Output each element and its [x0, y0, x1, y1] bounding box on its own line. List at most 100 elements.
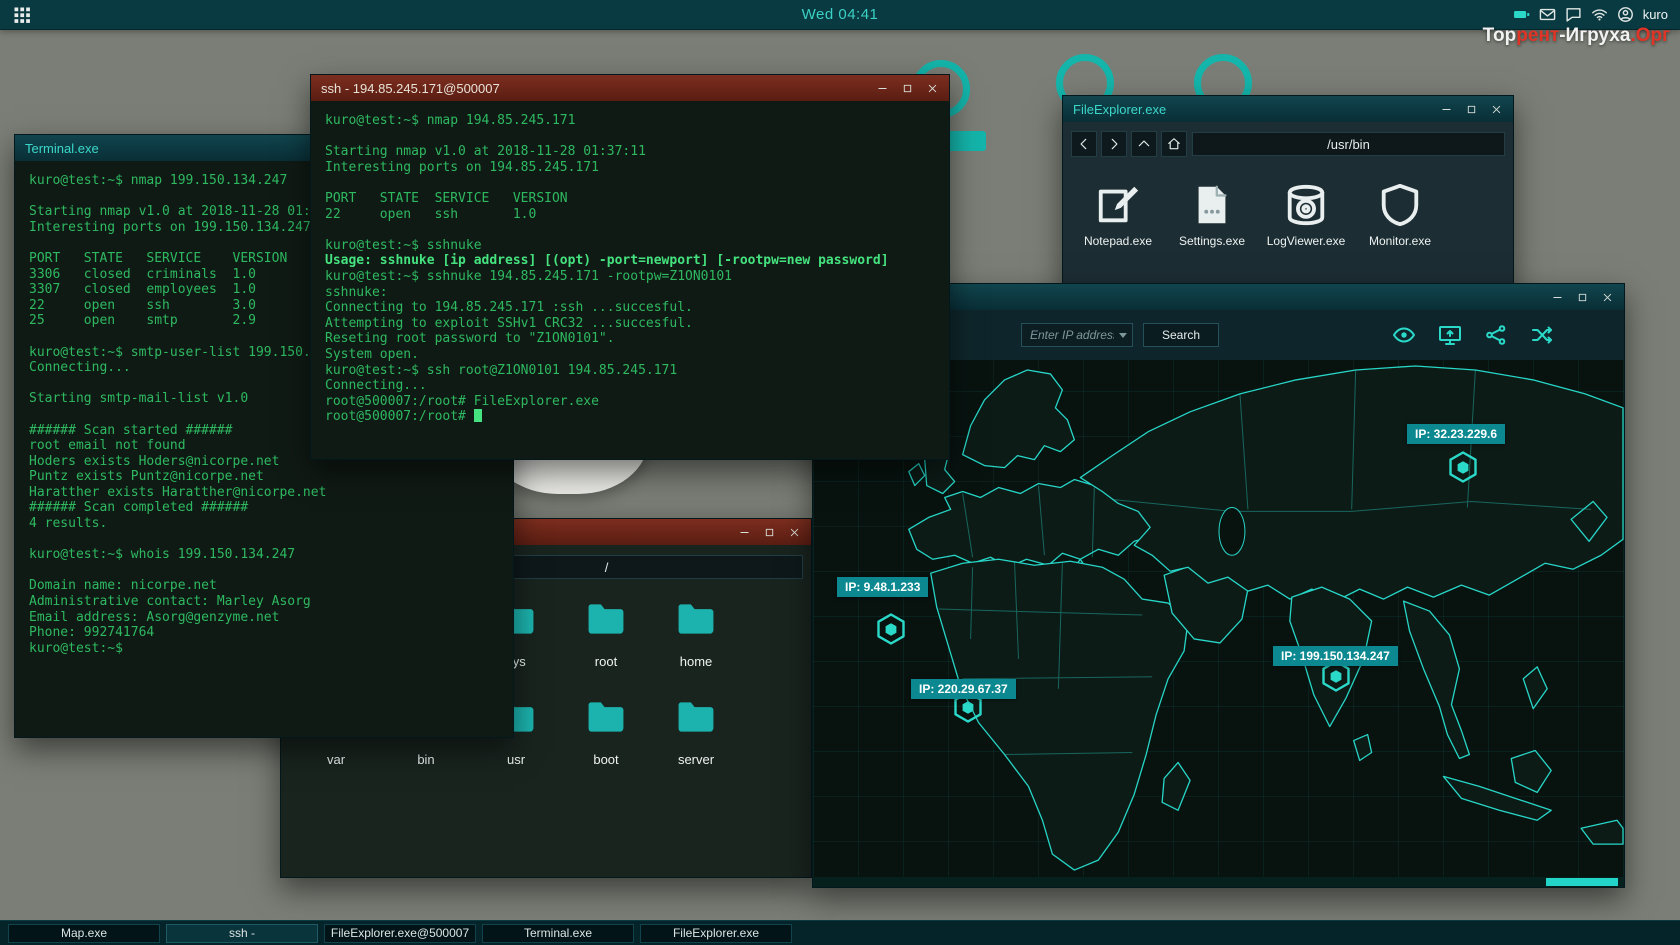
maximize-button[interactable]: [1460, 101, 1482, 117]
terminal-line: System open.: [325, 347, 935, 363]
terminal-line: kuro@test:~$ sshnuke: [325, 238, 935, 254]
dropdown-caret-icon: [1119, 333, 1127, 338]
folder-item[interactable]: server: [668, 695, 724, 767]
terminal-line: Usage: sshnuke [ip address] [(opt) -port…: [325, 253, 935, 269]
maximize-button[interactable]: [758, 524, 780, 540]
maximize-button[interactable]: [1571, 289, 1593, 305]
taskbar-item[interactable]: FileExplorer.exe@500007: [324, 924, 476, 943]
file-item[interactable]: LogViewer.exe: [1259, 182, 1353, 248]
wifi-icon[interactable]: [1591, 6, 1608, 23]
window-titlebar[interactable]: ssh - 194.85.245.171@500007: [311, 75, 949, 101]
file-explorer-window: FileExplorer.exe /usr/bin Notepad.exeSet…: [1062, 95, 1514, 315]
home-icon: [1167, 137, 1181, 151]
up-button[interactable]: [1131, 131, 1157, 157]
site-watermark: Торрент-Игруха.Орг: [1483, 25, 1670, 47]
chat-icon[interactable]: [1565, 6, 1582, 23]
terminal-line: root@500007:/root# FileExplorer.exe: [325, 394, 935, 410]
close-button[interactable]: [1485, 101, 1507, 117]
back-icon: [1077, 137, 1091, 151]
ip-input-wrap: [1021, 323, 1133, 347]
folder-item[interactable]: boot: [578, 695, 634, 767]
back-button[interactable]: [1071, 131, 1097, 157]
terminal-line: 4 results.: [29, 516, 499, 532]
apps-grid-icon[interactable]: [12, 5, 32, 25]
taskbar: Map.exe ssh - FileExplorer.exe@500007 Termi…: [0, 920, 1680, 945]
terminal-line: [29, 532, 499, 548]
file-item[interactable]: Monitor.exe: [1353, 182, 1447, 248]
taskbar-item[interactable]: FileExplorer.exe: [640, 924, 792, 943]
clock: Wed 04:41: [802, 6, 879, 23]
node-hexagon-icon[interactable]: [1446, 450, 1480, 484]
minimize-button[interactable]: [1546, 289, 1568, 305]
terminal-line: [325, 222, 935, 238]
minimize-button[interactable]: [1435, 101, 1457, 117]
terminal-line: kuro@test:~$ nmap 194.85.245.171: [325, 113, 935, 129]
folder-item[interactable]: home: [668, 597, 724, 669]
terminal-line: Haratther exists Haratther@nicorpe.net: [29, 485, 499, 501]
terminal-line: Phone: 992741764: [29, 625, 499, 641]
username: kuro: [1643, 7, 1668, 22]
terminal-line: Interesting ports on 194.85.245.171: [325, 160, 935, 176]
terminal-line: [325, 129, 935, 145]
terminal-line: sshnuke:: [325, 285, 935, 301]
file-item[interactable]: Settings.exe: [1165, 182, 1259, 248]
maximize-button[interactable]: [896, 80, 918, 96]
user-icon[interactable]: [1617, 6, 1634, 23]
minimize-button[interactable]: [871, 80, 893, 96]
folder-label: var: [327, 752, 345, 767]
ip-marker-label[interactable]: IP: 220.29.67.37: [911, 679, 1016, 699]
minimize-button[interactable]: [733, 524, 755, 540]
up-icon: [1137, 137, 1151, 151]
desktop: Wed 04:41 kuro Торрент-Игруха.Орг / sysr…: [0, 0, 1680, 945]
mail-icon[interactable]: [1539, 6, 1556, 23]
top-bar: Wed 04:41 kuro: [0, 0, 1680, 30]
terminal-line: kuro@test:~$: [29, 641, 499, 657]
terminal-output[interactable]: kuro@test:~$ nmap 194.85.245.171Starting…: [311, 101, 949, 459]
watermark-part: .Орг: [1630, 25, 1670, 46]
map-toolbar-icons: [1392, 323, 1554, 347]
terminal-line: 22 open ssh 1.0: [325, 207, 935, 223]
eye-icon[interactable]: [1392, 323, 1416, 347]
file-item[interactable]: Notepad.exe: [1071, 182, 1165, 248]
watermark-part: рент: [1516, 25, 1559, 46]
share-icon[interactable]: [1484, 323, 1508, 347]
shuffle-icon[interactable]: [1530, 323, 1554, 347]
close-button[interactable]: [921, 80, 943, 96]
home-button[interactable]: [1161, 131, 1187, 157]
folder-icon: [668, 597, 724, 646]
battery-icon[interactable]: [1513, 6, 1530, 23]
screenshare-icon[interactable]: [1438, 323, 1462, 347]
ip-marker-label[interactable]: IP: 199.150.134.247: [1273, 646, 1398, 666]
database-icon: [1283, 182, 1329, 228]
folder-label: boot: [593, 752, 618, 767]
search-button[interactable]: Search: [1143, 323, 1219, 347]
terminal-line: ###### Scan completed ######: [29, 500, 499, 516]
close-button[interactable]: [1596, 289, 1618, 305]
window-controls: [868, 80, 943, 96]
node-hexagon-icon[interactable]: [874, 612, 908, 646]
folder-label: server: [678, 752, 714, 767]
map-scrollbar-thumb[interactable]: [1546, 878, 1618, 886]
terminal-line: Administrative contact: Marley Asorg: [29, 594, 499, 610]
folder-label: bin: [417, 752, 434, 767]
taskbar-item[interactable]: ssh -: [166, 924, 318, 943]
map-scrollbar[interactable]: [813, 877, 1624, 887]
terminal-line: Reseting root password to "Z1ON0101".: [325, 331, 935, 347]
window-titlebar[interactable]: FileExplorer.exe: [1063, 96, 1513, 122]
taskbar-item[interactable]: Terminal.exe: [482, 924, 634, 943]
window-title: FileExplorer.exe: [1073, 102, 1432, 117]
terminal-line: Connecting...: [325, 378, 935, 394]
taskbar-item[interactable]: Map.exe: [8, 924, 160, 943]
ip-address-input[interactable]: [1021, 323, 1133, 347]
shield-icon: [1377, 182, 1423, 228]
folder-item[interactable]: root: [578, 597, 634, 669]
address-bar[interactable]: /usr/bin: [1192, 132, 1505, 156]
window-controls: [1543, 289, 1618, 305]
folder-icon: [668, 695, 724, 744]
ip-marker-label[interactable]: IP: 9.48.1.233: [837, 577, 928, 597]
forward-button[interactable]: [1101, 131, 1127, 157]
watermark-part: Тор: [1483, 25, 1517, 46]
ip-marker-label[interactable]: IP: 32.23.229.6: [1407, 424, 1505, 444]
file-icon: [1189, 182, 1235, 228]
close-button[interactable]: [783, 524, 805, 540]
